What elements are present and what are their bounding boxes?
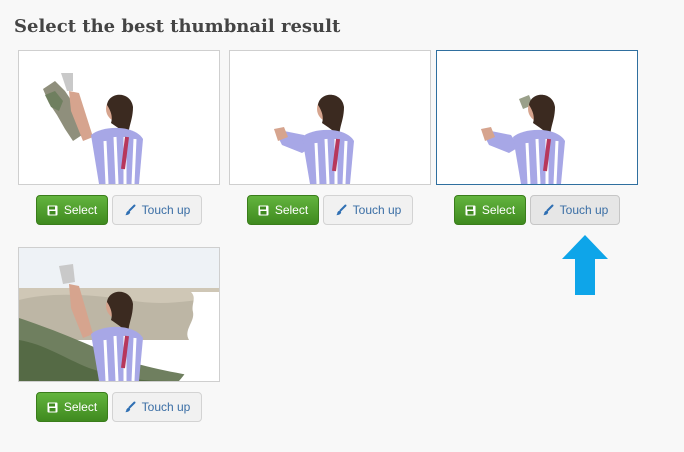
floppy-disk-icon (47, 205, 58, 216)
select-button-label: Select (63, 400, 98, 414)
select-button-2[interactable]: Select (247, 195, 319, 225)
select-button-3[interactable]: Select (454, 195, 526, 225)
thumbnail-selfie-original (19, 248, 219, 381)
touch-up-button-label: Touch up (141, 203, 191, 217)
touch-up-button-3[interactable]: Touch up (530, 195, 620, 225)
touch-up-button-label: Touch up (559, 203, 609, 217)
paintbrush-icon (335, 204, 347, 216)
thumbnail-selfie-cutout-3 (437, 51, 637, 184)
floppy-disk-icon (258, 205, 269, 216)
result-tile-2: Select Touch up (229, 50, 431, 230)
result-tile-4: Select Touch up (18, 247, 220, 427)
page-title: Select the best thumbnail result (14, 16, 341, 37)
select-button-label: Select (63, 203, 98, 217)
touch-up-button-1[interactable]: Touch up (112, 195, 202, 225)
thumbnail-selfie-cutout-2 (230, 51, 430, 184)
paintbrush-icon (124, 401, 136, 413)
thumbnail-image-4[interactable] (18, 247, 220, 382)
floppy-disk-icon (465, 205, 476, 216)
thumbnail-image-1[interactable] (18, 50, 220, 185)
touch-up-button-label: Touch up (352, 203, 402, 217)
thumbnail-image-2[interactable] (229, 50, 431, 185)
touch-up-button-label: Touch up (141, 400, 191, 414)
result-tile-3: Select Touch up (436, 50, 638, 230)
select-button-label: Select (481, 203, 516, 217)
thumbnail-image-3[interactable] (436, 50, 638, 185)
floppy-disk-icon (47, 402, 58, 413)
up-arrow-icon (562, 235, 608, 295)
touch-up-button-4[interactable]: Touch up (112, 392, 202, 422)
select-button-1[interactable]: Select (36, 195, 108, 225)
thumbnail-selfie-cutout-1 (19, 51, 219, 184)
result-tile-1: Select Touch up (18, 50, 220, 230)
paintbrush-icon (542, 204, 554, 216)
select-button-4[interactable]: Select (36, 392, 108, 422)
select-button-label: Select (274, 203, 309, 217)
paintbrush-icon (124, 204, 136, 216)
touch-up-button-2[interactable]: Touch up (323, 195, 413, 225)
